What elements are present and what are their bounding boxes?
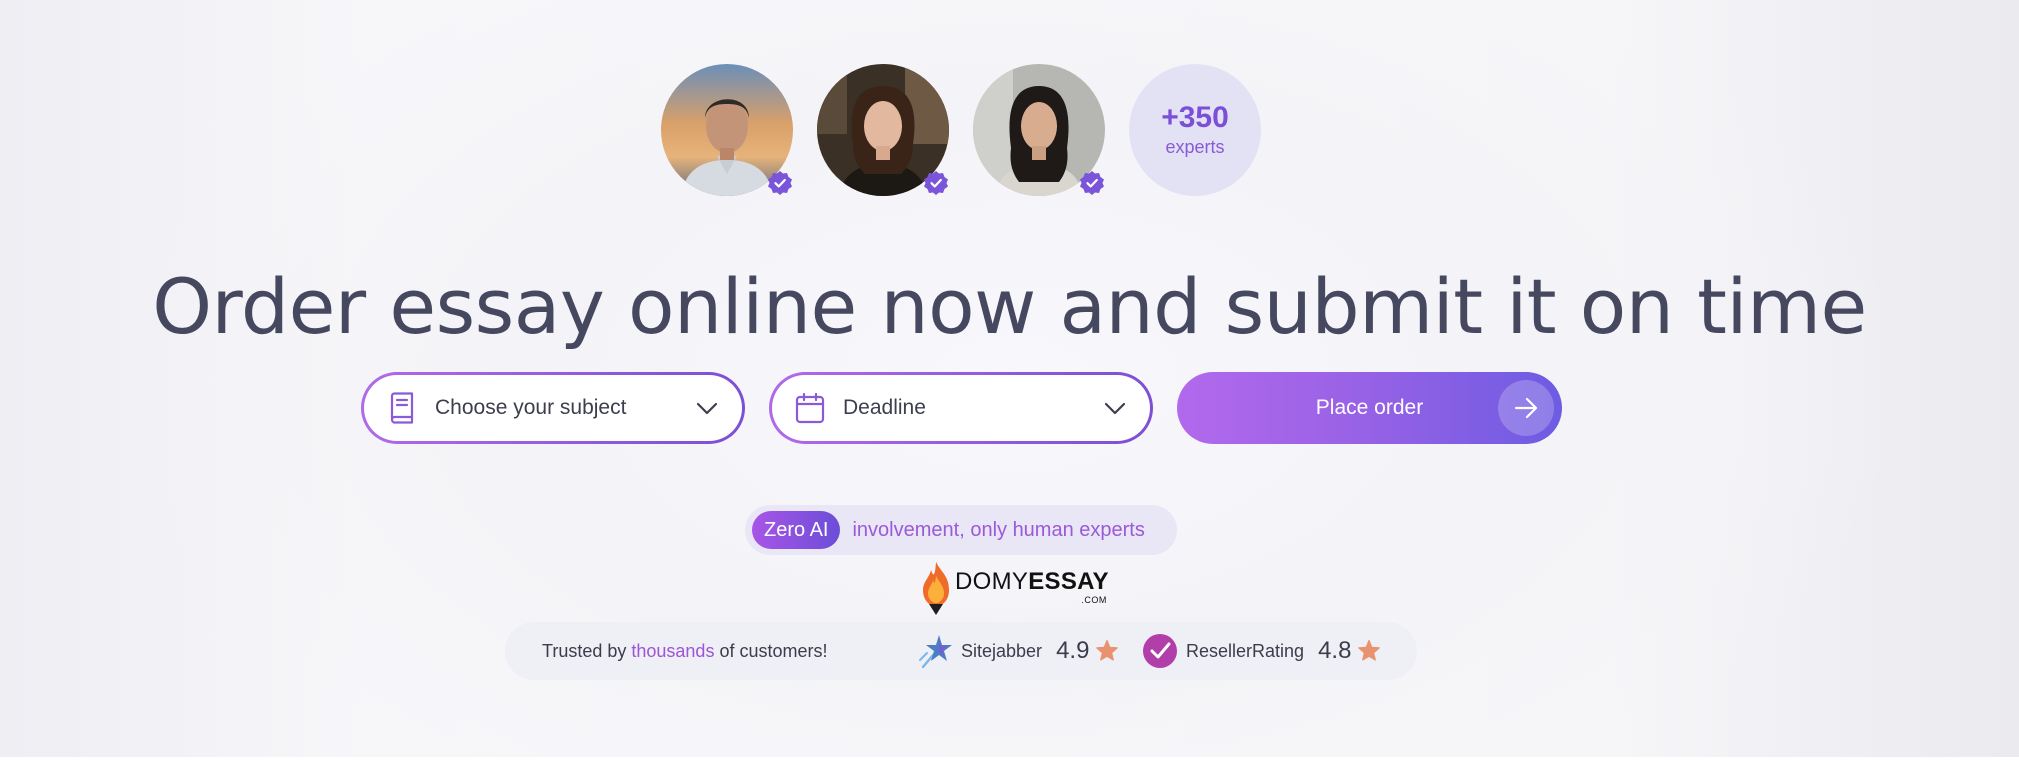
deadline-select-value: Deadline	[843, 396, 926, 419]
place-order-button[interactable]: Place order	[1177, 372, 1562, 444]
verified-badge-icon	[768, 171, 792, 195]
arrow-right-icon[interactable]	[1498, 380, 1554, 436]
zero-ai-tag: Zero AI	[752, 511, 841, 549]
expert-avatar-1	[661, 64, 793, 196]
trusted-suffix: of customers!	[714, 640, 828, 661]
sitejabber-icon	[919, 635, 952, 669]
deadline-select[interactable]: Deadline	[769, 372, 1153, 444]
page-title: Order essay online now and submit it on …	[152, 262, 1867, 351]
place-order-label: Place order	[1315, 396, 1424, 419]
sitejabber-score: 4.9	[1056, 637, 1090, 664]
subject-select-value: Choose your subject	[435, 396, 627, 419]
subject-select[interactable]: Choose your subject	[361, 372, 745, 444]
calendar-icon	[795, 392, 825, 424]
chevron-down-icon	[1104, 402, 1126, 415]
resellerrating-name: ResellerRating	[1186, 640, 1305, 661]
expert-avatar-3	[973, 64, 1105, 196]
zero-ai-notice: Zero AI involvement, only human experts	[745, 505, 1177, 555]
trust-bar: Trusted by thousands of customers! Sitej…	[505, 622, 1417, 680]
sitejabber-name: Sitejabber	[961, 640, 1043, 661]
experts-count-bubble: +350 experts	[1129, 64, 1261, 196]
experts-row: +350 experts	[661, 64, 1261, 196]
trusted-prefix: Trusted by	[542, 640, 632, 661]
page-bottom-edge	[0, 757, 2019, 762]
sitejabber-rating[interactable]: Sitejabber 4.9	[917, 633, 1119, 669]
verified-badge-icon	[924, 171, 948, 195]
experts-count: +350	[1161, 100, 1229, 134]
star-icon	[1358, 639, 1381, 661]
star-icon	[1096, 639, 1119, 661]
book-icon	[390, 392, 414, 424]
logo-wordmark: DOMYESSAY .COM	[955, 568, 1109, 608]
chevron-down-icon	[696, 402, 718, 415]
flame-logo-icon	[923, 562, 949, 615]
logo-brand-bold: ESSAY	[1028, 568, 1109, 595]
logo-brand-light: DOMY	[955, 568, 1029, 595]
trusted-text: Trusted by thousands of customers!	[542, 641, 828, 662]
verified-badge-icon	[1080, 171, 1104, 195]
expert-avatar-2	[817, 64, 949, 196]
experts-count-label: experts	[1165, 136, 1225, 157]
logo-suffix: .COM	[1081, 595, 1107, 605]
resellerrating-score: 4.8	[1318, 637, 1352, 664]
domyessay-logo[interactable]: DOMYESSAY .COM	[919, 560, 1109, 616]
hero-section: +350 experts Order essay online now and …	[0, 0, 2019, 757]
trusted-highlight: thousands	[631, 640, 715, 661]
resellerrating-rating[interactable]: ResellerRating 4.8	[1142, 633, 1381, 669]
zero-ai-text: involvement, only human experts	[852, 518, 1145, 541]
resellerrating-icon	[1143, 634, 1177, 668]
